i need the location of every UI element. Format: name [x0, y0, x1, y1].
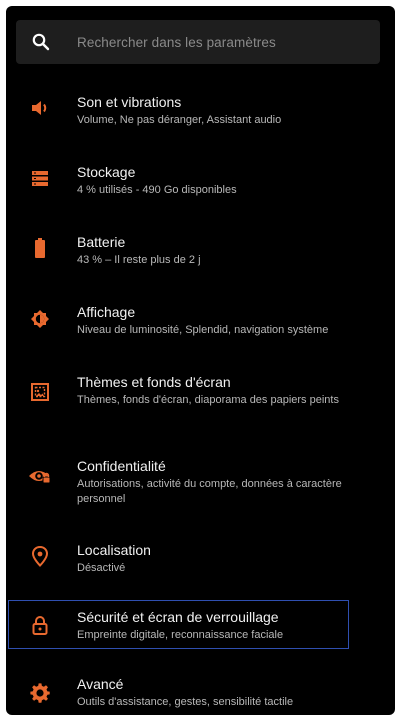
settings-item-title: Confidentialité [77, 458, 166, 474]
settings-item-subtitle: Empreinte digitale, reconnaissance facia… [77, 629, 284, 641]
search-icon [30, 31, 52, 53]
settings-item-subtitle: Volume, Ne pas déranger, Assistant audio [77, 114, 282, 126]
speaker-icon [28, 96, 52, 120]
lock-icon [28, 613, 52, 637]
wallpaper-icon [28, 380, 52, 404]
settings-item-display[interactable]: Affichage Niveau de luminosité, Splendid… [6, 294, 395, 354]
location-pin-icon [28, 544, 52, 568]
search-placeholder: Rechercher dans les paramètres [77, 34, 276, 50]
settings-item-storage[interactable]: Stockage 4 % utilisés - 490 Go disponibl… [6, 154, 395, 214]
settings-item-title: Son et vibrations [77, 94, 182, 110]
brightness-icon [28, 307, 52, 331]
gear-icon [28, 681, 52, 705]
settings-item-security[interactable]: Sécurité et écran de verrouillage Emprei… [8, 600, 349, 649]
settings-item-privacy[interactable]: Confidentialité Autorisations, activité … [6, 448, 395, 524]
settings-item-title: Sécurité et écran de verrouillage [77, 609, 279, 625]
settings-item-battery[interactable]: Batterie 43 % – Il reste plus de 2 j [6, 224, 395, 284]
settings-screen: Rechercher dans les paramètres Son et vi… [6, 6, 395, 715]
storage-icon [28, 166, 52, 190]
settings-item-themes[interactable]: Thèmes et fonds d'écran Thèmes, fonds d'… [6, 364, 395, 440]
settings-item-subtitle: 43 % – Il reste plus de 2 j [77, 254, 201, 266]
settings-item-subtitle: Niveau de luminosité, Splendid, navigati… [77, 324, 329, 336]
settings-item-subtitle: Thèmes, fonds d'écran, diaporama des pap… [77, 394, 339, 406]
privacy-eye-icon [28, 464, 52, 488]
settings-item-subtitle: 4 % utilisés - 490 Go disponibles [77, 184, 237, 196]
settings-item-subtitle: Outils d'assistance, gestes, sensibilité… [77, 696, 294, 708]
settings-item-subtitle: Autorisations, activité du compte, donné… [77, 478, 342, 505]
settings-item-title: Localisation [77, 542, 151, 558]
settings-item-location[interactable]: Localisation Désactivé [6, 532, 395, 592]
settings-item-subtitle: Désactivé [77, 562, 126, 574]
settings-item-advanced[interactable]: Avancé Outils d'assistance, gestes, sens… [6, 668, 395, 715]
search-bar[interactable]: Rechercher dans les paramètres [16, 20, 380, 64]
settings-item-title: Thèmes et fonds d'écran [77, 374, 231, 390]
settings-item-title: Avancé [77, 676, 124, 692]
settings-item-sound[interactable]: Son et vibrations Volume, Ne pas dérange… [6, 84, 395, 144]
battery-icon [28, 236, 52, 260]
settings-item-title: Affichage [77, 304, 136, 320]
settings-item-title: Stockage [77, 164, 136, 180]
settings-item-title: Batterie [77, 234, 126, 250]
